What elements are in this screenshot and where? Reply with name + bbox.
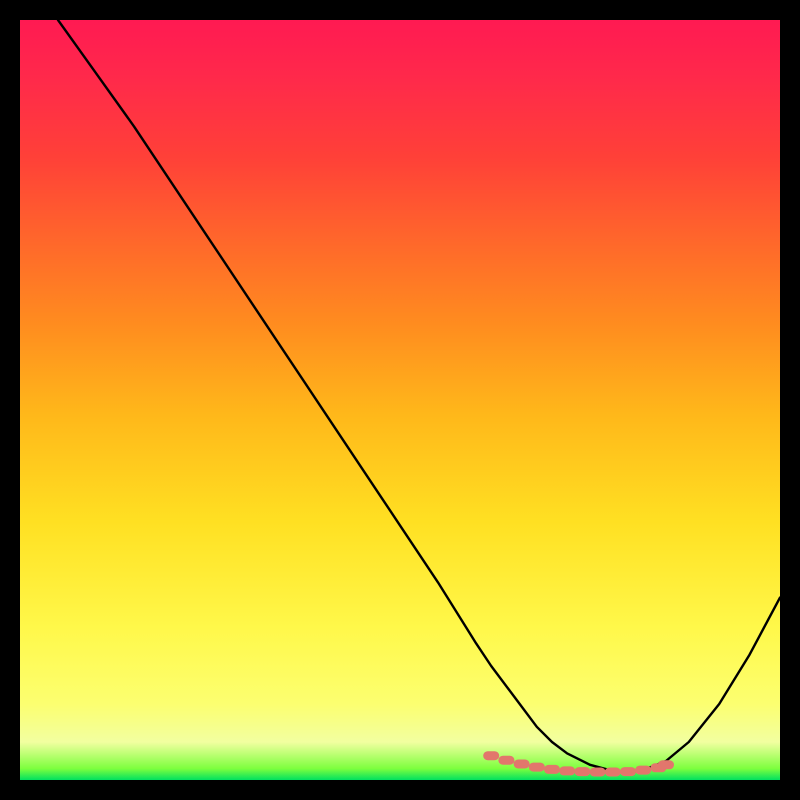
- chart-background-gradient: [20, 20, 780, 780]
- chart-plot: [20, 20, 780, 780]
- chart-frame: TheBottleneck.com: [20, 20, 780, 780]
